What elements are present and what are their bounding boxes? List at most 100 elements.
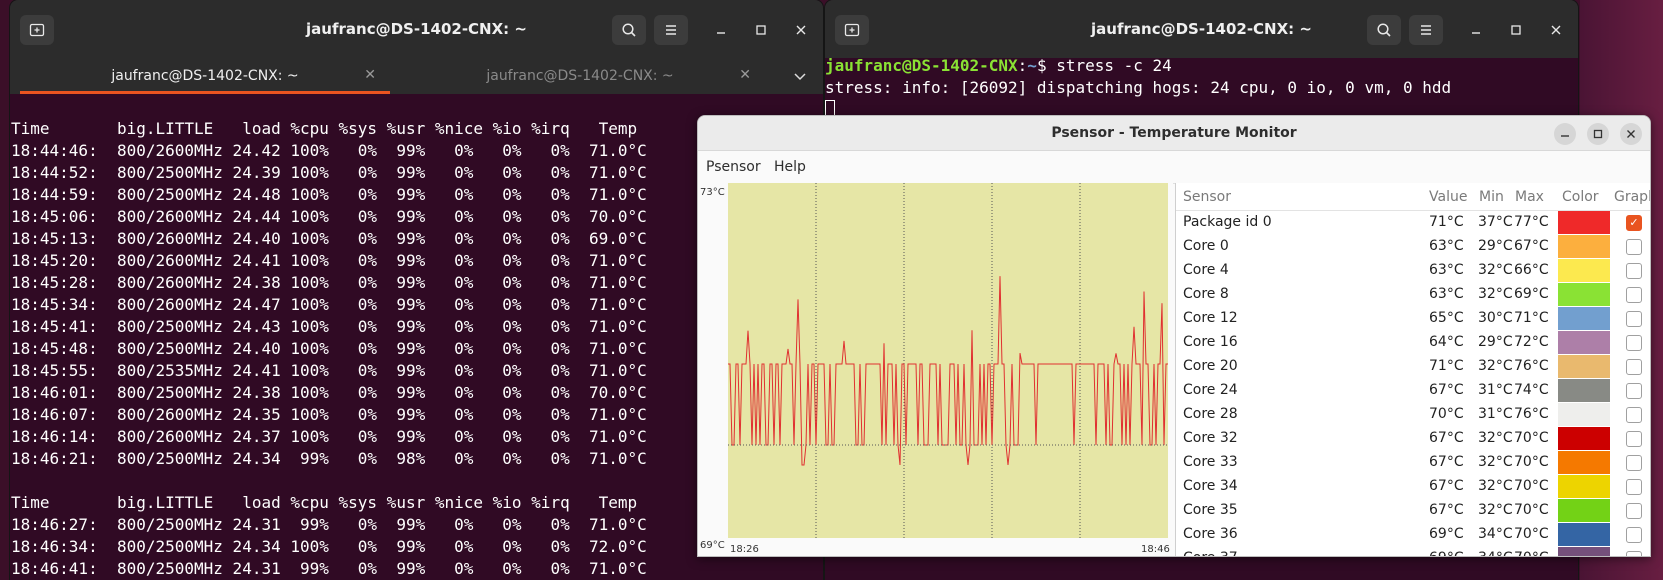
graph-checkbox[interactable]	[1626, 455, 1642, 471]
sensor-color-swatch[interactable]	[1558, 355, 1610, 378]
minimize-button[interactable]	[1554, 123, 1576, 145]
graph-checkbox[interactable]	[1626, 311, 1642, 327]
sensor-row[interactable]: Core 20 71°C 32°C 76°C	[1176, 355, 1650, 379]
tab-overflow-chevron-icon[interactable]	[792, 68, 808, 84]
sensor-row[interactable]: Core 34 67°C 32°C 70°C	[1176, 475, 1650, 499]
sensor-row[interactable]: Core 12 65°C 30°C 71°C	[1176, 307, 1650, 331]
close-icon	[796, 25, 806, 35]
close-icon	[1551, 25, 1561, 35]
left-terminal-output[interactable]: Time big.LITTLE load %cpu %sys %usr %nic…	[11, 96, 647, 580]
sensor-row[interactable]: Core 16 64°C 29°C 72°C	[1176, 331, 1650, 355]
menu-button[interactable]	[1409, 15, 1443, 45]
column-sensor[interactable]: Sensor	[1183, 189, 1231, 205]
sensor-color-swatch[interactable]	[1558, 235, 1610, 258]
sensor-min: 34°C	[1478, 526, 1513, 542]
column-color[interactable]: Color	[1562, 189, 1599, 205]
sensor-name: Core 24	[1183, 382, 1238, 398]
sensor-row[interactable]: Package id 0 71°C 37°C 77°C ✓	[1176, 211, 1650, 235]
menu-psensor[interactable]: Psensor	[706, 159, 761, 175]
sensor-name: Core 34	[1183, 478, 1238, 494]
sensor-value: 71°C	[1429, 358, 1464, 374]
column-graph[interactable]: Graph	[1614, 189, 1650, 205]
graph-checkbox[interactable]	[1626, 527, 1642, 543]
sensor-max: 70°C	[1514, 502, 1549, 518]
right-terminal-output[interactable]: jaufranc@DS-1402-CNX:~$ stress -c 24 str…	[825, 55, 1451, 121]
maximize-button[interactable]	[749, 18, 773, 42]
sensor-row[interactable]: Core 32 67°C 32°C 70°C	[1176, 427, 1650, 451]
graph-checkbox[interactable]	[1626, 503, 1642, 519]
tab-active[interactable]: jaufranc@DS-1402-CNX: ~ ✕	[20, 58, 390, 94]
psensor-menubar: Psensor Help	[698, 151, 1650, 184]
left-terminal-tabbar: jaufranc@DS-1402-CNX: ~ ✕ jaufranc@DS-14…	[10, 58, 823, 94]
sensor-row[interactable]: Core 8 63°C 32°C 69°C	[1176, 283, 1650, 307]
sensor-max: 70°C	[1514, 550, 1549, 556]
column-value[interactable]: Value	[1429, 189, 1467, 205]
minimize-button[interactable]	[709, 18, 733, 42]
tab-inactive[interactable]: jaufranc@DS-1402-CNX: ~ ✕	[395, 58, 765, 94]
graph-checkbox[interactable]	[1626, 431, 1642, 447]
close-button[interactable]	[1544, 18, 1568, 42]
graph-checkbox[interactable]	[1626, 479, 1642, 495]
active-tab-indicator	[20, 91, 390, 94]
sensor-color-swatch[interactable]	[1558, 475, 1610, 498]
maximize-button[interactable]	[1504, 18, 1528, 42]
sensor-min: 32°C	[1478, 478, 1513, 494]
sensor-color-swatch[interactable]	[1558, 499, 1610, 522]
sensor-color-swatch[interactable]	[1558, 523, 1610, 546]
close-tab-icon[interactable]: ✕	[739, 67, 751, 83]
sensor-value: 69°C	[1429, 526, 1464, 542]
graph-checkbox[interactable]	[1626, 551, 1642, 556]
sensor-row[interactable]: Core 24 67°C 31°C 74°C	[1176, 379, 1650, 403]
graph-checkbox[interactable]	[1626, 287, 1642, 303]
sensor-row[interactable]: Core 28 70°C 31°C 76°C	[1176, 403, 1650, 427]
minimize-icon	[1472, 32, 1480, 34]
maximize-button[interactable]	[1587, 123, 1609, 145]
minimize-button[interactable]	[1464, 18, 1488, 42]
sensor-color-swatch[interactable]	[1558, 259, 1610, 282]
sensor-min: 31°C	[1478, 382, 1513, 398]
sensor-color-swatch[interactable]	[1558, 403, 1610, 426]
sensor-row[interactable]: Core 4 63°C 32°C 66°C	[1176, 259, 1650, 283]
graph-checkbox[interactable]	[1626, 335, 1642, 351]
sensor-name: Core 20	[1183, 358, 1238, 374]
sensor-name: Core 33	[1183, 454, 1238, 470]
menu-button[interactable]	[654, 15, 688, 45]
sensor-color-swatch[interactable]	[1558, 427, 1610, 450]
sensor-name: Core 4	[1183, 262, 1229, 278]
menu-help[interactable]: Help	[774, 159, 806, 175]
graph-checkbox[interactable]	[1626, 263, 1642, 279]
sensor-rows: Package id 0 71°C 37°C 77°C ✓ Core 0 63°C 29°C 6…	[1176, 211, 1650, 556]
sensor-row[interactable]: Core 33 67°C 32°C 70°C	[1176, 451, 1650, 475]
sensor-row[interactable]: Core 36 69°C 34°C 70°C	[1176, 523, 1650, 547]
search-button[interactable]	[1367, 15, 1401, 45]
sensor-color-swatch[interactable]	[1558, 307, 1610, 330]
sensor-row[interactable]: Core 0 63°C 29°C 67°C	[1176, 235, 1650, 259]
close-button[interactable]	[789, 18, 813, 42]
graph-checkbox[interactable]: ✓	[1626, 215, 1642, 231]
sensor-name: Core 16	[1183, 334, 1238, 350]
x-end-label: 18:46	[1141, 544, 1170, 555]
column-min[interactable]: Min	[1479, 189, 1504, 205]
sensor-color-swatch[interactable]	[1558, 211, 1610, 234]
sensor-color-swatch[interactable]	[1558, 451, 1610, 474]
sensor-row[interactable]: Core 35 67°C 32°C 70°C	[1176, 499, 1650, 523]
graph-checkbox[interactable]	[1626, 359, 1642, 375]
search-button[interactable]	[612, 15, 646, 45]
close-button[interactable]	[1620, 123, 1642, 145]
sensor-color-swatch[interactable]	[1558, 547, 1610, 556]
right-terminal-titlebar: jaufranc@DS-1402-CNX: ~	[825, 0, 1578, 58]
left-terminal-titlebar: jaufranc@DS-1402-CNX: ~	[10, 0, 823, 58]
sensor-max: 70°C	[1514, 454, 1549, 470]
sensor-value: 69°C	[1429, 550, 1464, 556]
graph-checkbox[interactable]	[1626, 239, 1642, 255]
column-max[interactable]: Max	[1515, 189, 1544, 205]
search-icon	[1377, 23, 1391, 37]
sensor-color-swatch[interactable]	[1558, 379, 1610, 402]
sensor-value: 67°C	[1429, 478, 1464, 494]
sensor-row[interactable]: Core 37 69°C 34°C70°C	[1176, 547, 1650, 556]
graph-checkbox[interactable]	[1626, 383, 1642, 399]
close-tab-icon[interactable]: ✕	[364, 67, 376, 83]
graph-checkbox[interactable]	[1626, 407, 1642, 423]
sensor-color-swatch[interactable]	[1558, 331, 1610, 354]
sensor-color-swatch[interactable]	[1558, 283, 1610, 306]
